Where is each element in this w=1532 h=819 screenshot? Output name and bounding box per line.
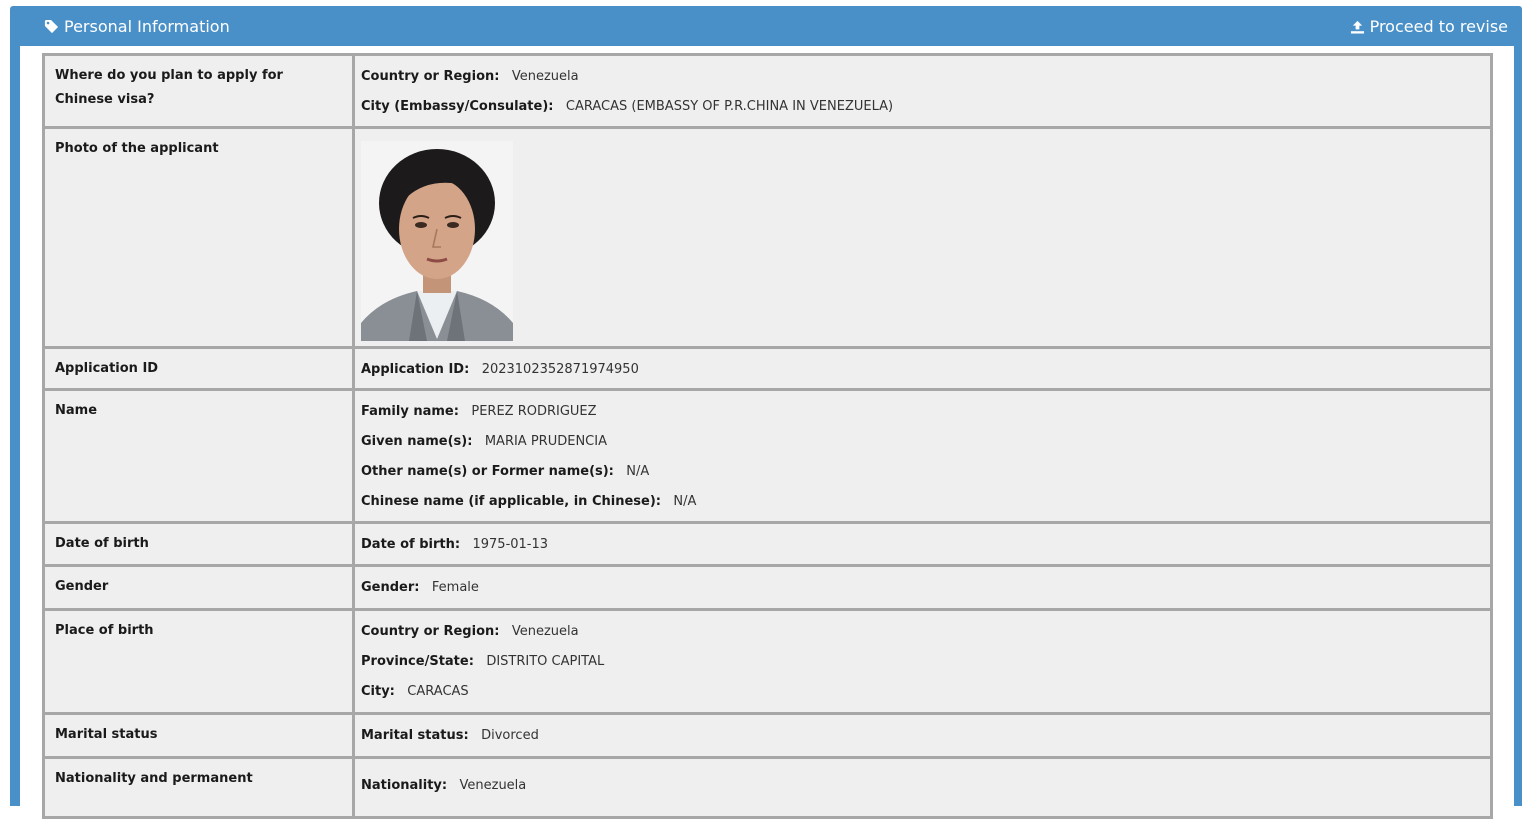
row-value: Country or Region: Venezuela Province/St… [352, 608, 1493, 715]
row-value: Nationality: Venezuela [352, 756, 1493, 819]
field-key: City: [361, 684, 395, 699]
field-value: Venezuela [511, 624, 579, 639]
proceed-to-revise-link[interactable]: Proceed to revise [1350, 17, 1508, 36]
table-row: Date of birth Date of birth: 1975-01-13 [42, 521, 1493, 567]
field-line: Other name(s) or Former name(s): N/A [361, 457, 1484, 487]
table-row: Gender Gender: Female [42, 564, 1493, 611]
field-value: Female [431, 580, 479, 595]
table-row: Name Family name: PEREZ RODRIGUEZ Given … [42, 388, 1493, 524]
field-line: Application ID: 2023102352871974950 [361, 355, 1484, 385]
personal-info-table: Where do you plan to apply for Chinese v… [42, 53, 1493, 819]
field-value: N/A [626, 464, 650, 479]
field-value: Divorced [481, 728, 539, 743]
row-value [352, 126, 1493, 349]
field-line: City (Embassy/Consulate): CARACAS (EMBAS… [361, 92, 1484, 122]
row-value: Marital status: Divorced [352, 712, 1493, 759]
applicant-photo [361, 141, 513, 341]
field-line: Country or Region: Venezuela [361, 62, 1484, 92]
field-value: CARACAS (EMBASSY OF P.R.CHINA IN VENEZUE… [565, 99, 894, 114]
field-key: Gender: [361, 580, 420, 595]
row-value: Family name: PEREZ RODRIGUEZ Given name(… [352, 388, 1493, 524]
table-row: Place of birth Country or Region: Venezu… [42, 608, 1493, 715]
row-label: Gender [42, 564, 355, 611]
row-label: Marital status [42, 712, 355, 759]
field-value: Venezuela [511, 69, 579, 84]
field-key: Marital status: [361, 728, 469, 743]
field-line: Country or Region: Venezuela [361, 617, 1484, 647]
field-value: 2023102352871974950 [481, 362, 639, 377]
row-label: Date of birth [42, 521, 355, 567]
field-key: Nationality: [361, 778, 448, 793]
field-key: Application ID: [361, 362, 470, 377]
field-key: City (Embassy/Consulate): [361, 99, 554, 114]
panel-header: Personal Information Proceed to revise [10, 6, 1522, 46]
field-line: Marital status: Divorced [361, 721, 1484, 751]
field-key: Province/State: [361, 654, 474, 669]
field-line: Province/State: DISTRITO CAPITAL [361, 647, 1484, 677]
field-key: Country or Region: [361, 69, 500, 84]
field-value: Venezuela [459, 778, 527, 793]
field-value: MARIA PRUDENCIA [484, 434, 607, 449]
field-key: Chinese name (if applicable, in Chinese)… [361, 494, 661, 509]
row-label: Where do you plan to apply for Chinese v… [42, 53, 355, 129]
panel-title: Personal Information [44, 17, 230, 36]
field-value: CARACAS [407, 684, 469, 699]
field-line: City: CARACAS [361, 677, 1484, 707]
field-line: Chinese name (if applicable, in Chinese)… [361, 487, 1484, 517]
upload-icon [1350, 20, 1364, 34]
field-line: Given name(s): MARIA PRUDENCIA [361, 427, 1484, 457]
field-value: PEREZ RODRIGUEZ [471, 404, 597, 419]
proceed-to-revise-label[interactable]: Proceed to revise [1370, 17, 1508, 36]
field-key: Given name(s): [361, 434, 473, 449]
field-line: Family name: PEREZ RODRIGUEZ [361, 397, 1484, 427]
field-key: Other name(s) or Former name(s): [361, 464, 614, 479]
table-row: Where do you plan to apply for Chinese v… [42, 53, 1493, 129]
field-line: Nationality: Venezuela [361, 771, 1484, 801]
field-value: DISTRITO CAPITAL [486, 654, 605, 669]
field-value: N/A [673, 494, 697, 509]
field-value: 1975-01-13 [472, 537, 549, 552]
row-label: Nationality and permanent [42, 756, 355, 819]
field-line: Gender: Female [361, 573, 1484, 603]
field-key: Family name: [361, 404, 459, 419]
table-row: Nationality and permanent Nationality: V… [42, 756, 1493, 819]
row-value: Application ID: 2023102352871974950 [352, 346, 1493, 391]
row-value: Date of birth: 1975-01-13 [352, 521, 1493, 567]
row-label: Name [42, 388, 355, 524]
field-line: Date of birth: 1975-01-13 [361, 530, 1484, 560]
table-row: Marital status Marital status: Divorced [42, 712, 1493, 759]
row-value: Country or Region: Venezuela City (Embas… [352, 53, 1493, 129]
panel-title-text: Personal Information [64, 17, 230, 36]
row-label: Photo of the applicant [42, 126, 355, 349]
table-row: Photo of the applicant [42, 126, 1493, 349]
tag-icon [44, 19, 59, 34]
field-key: Country or Region: [361, 624, 500, 639]
row-label: Place of birth [42, 608, 355, 715]
table-row: Application ID Application ID: 202310235… [42, 346, 1493, 391]
row-label: Application ID [42, 346, 355, 391]
field-key: Date of birth: [361, 537, 461, 552]
row-value: Gender: Female [352, 564, 1493, 611]
